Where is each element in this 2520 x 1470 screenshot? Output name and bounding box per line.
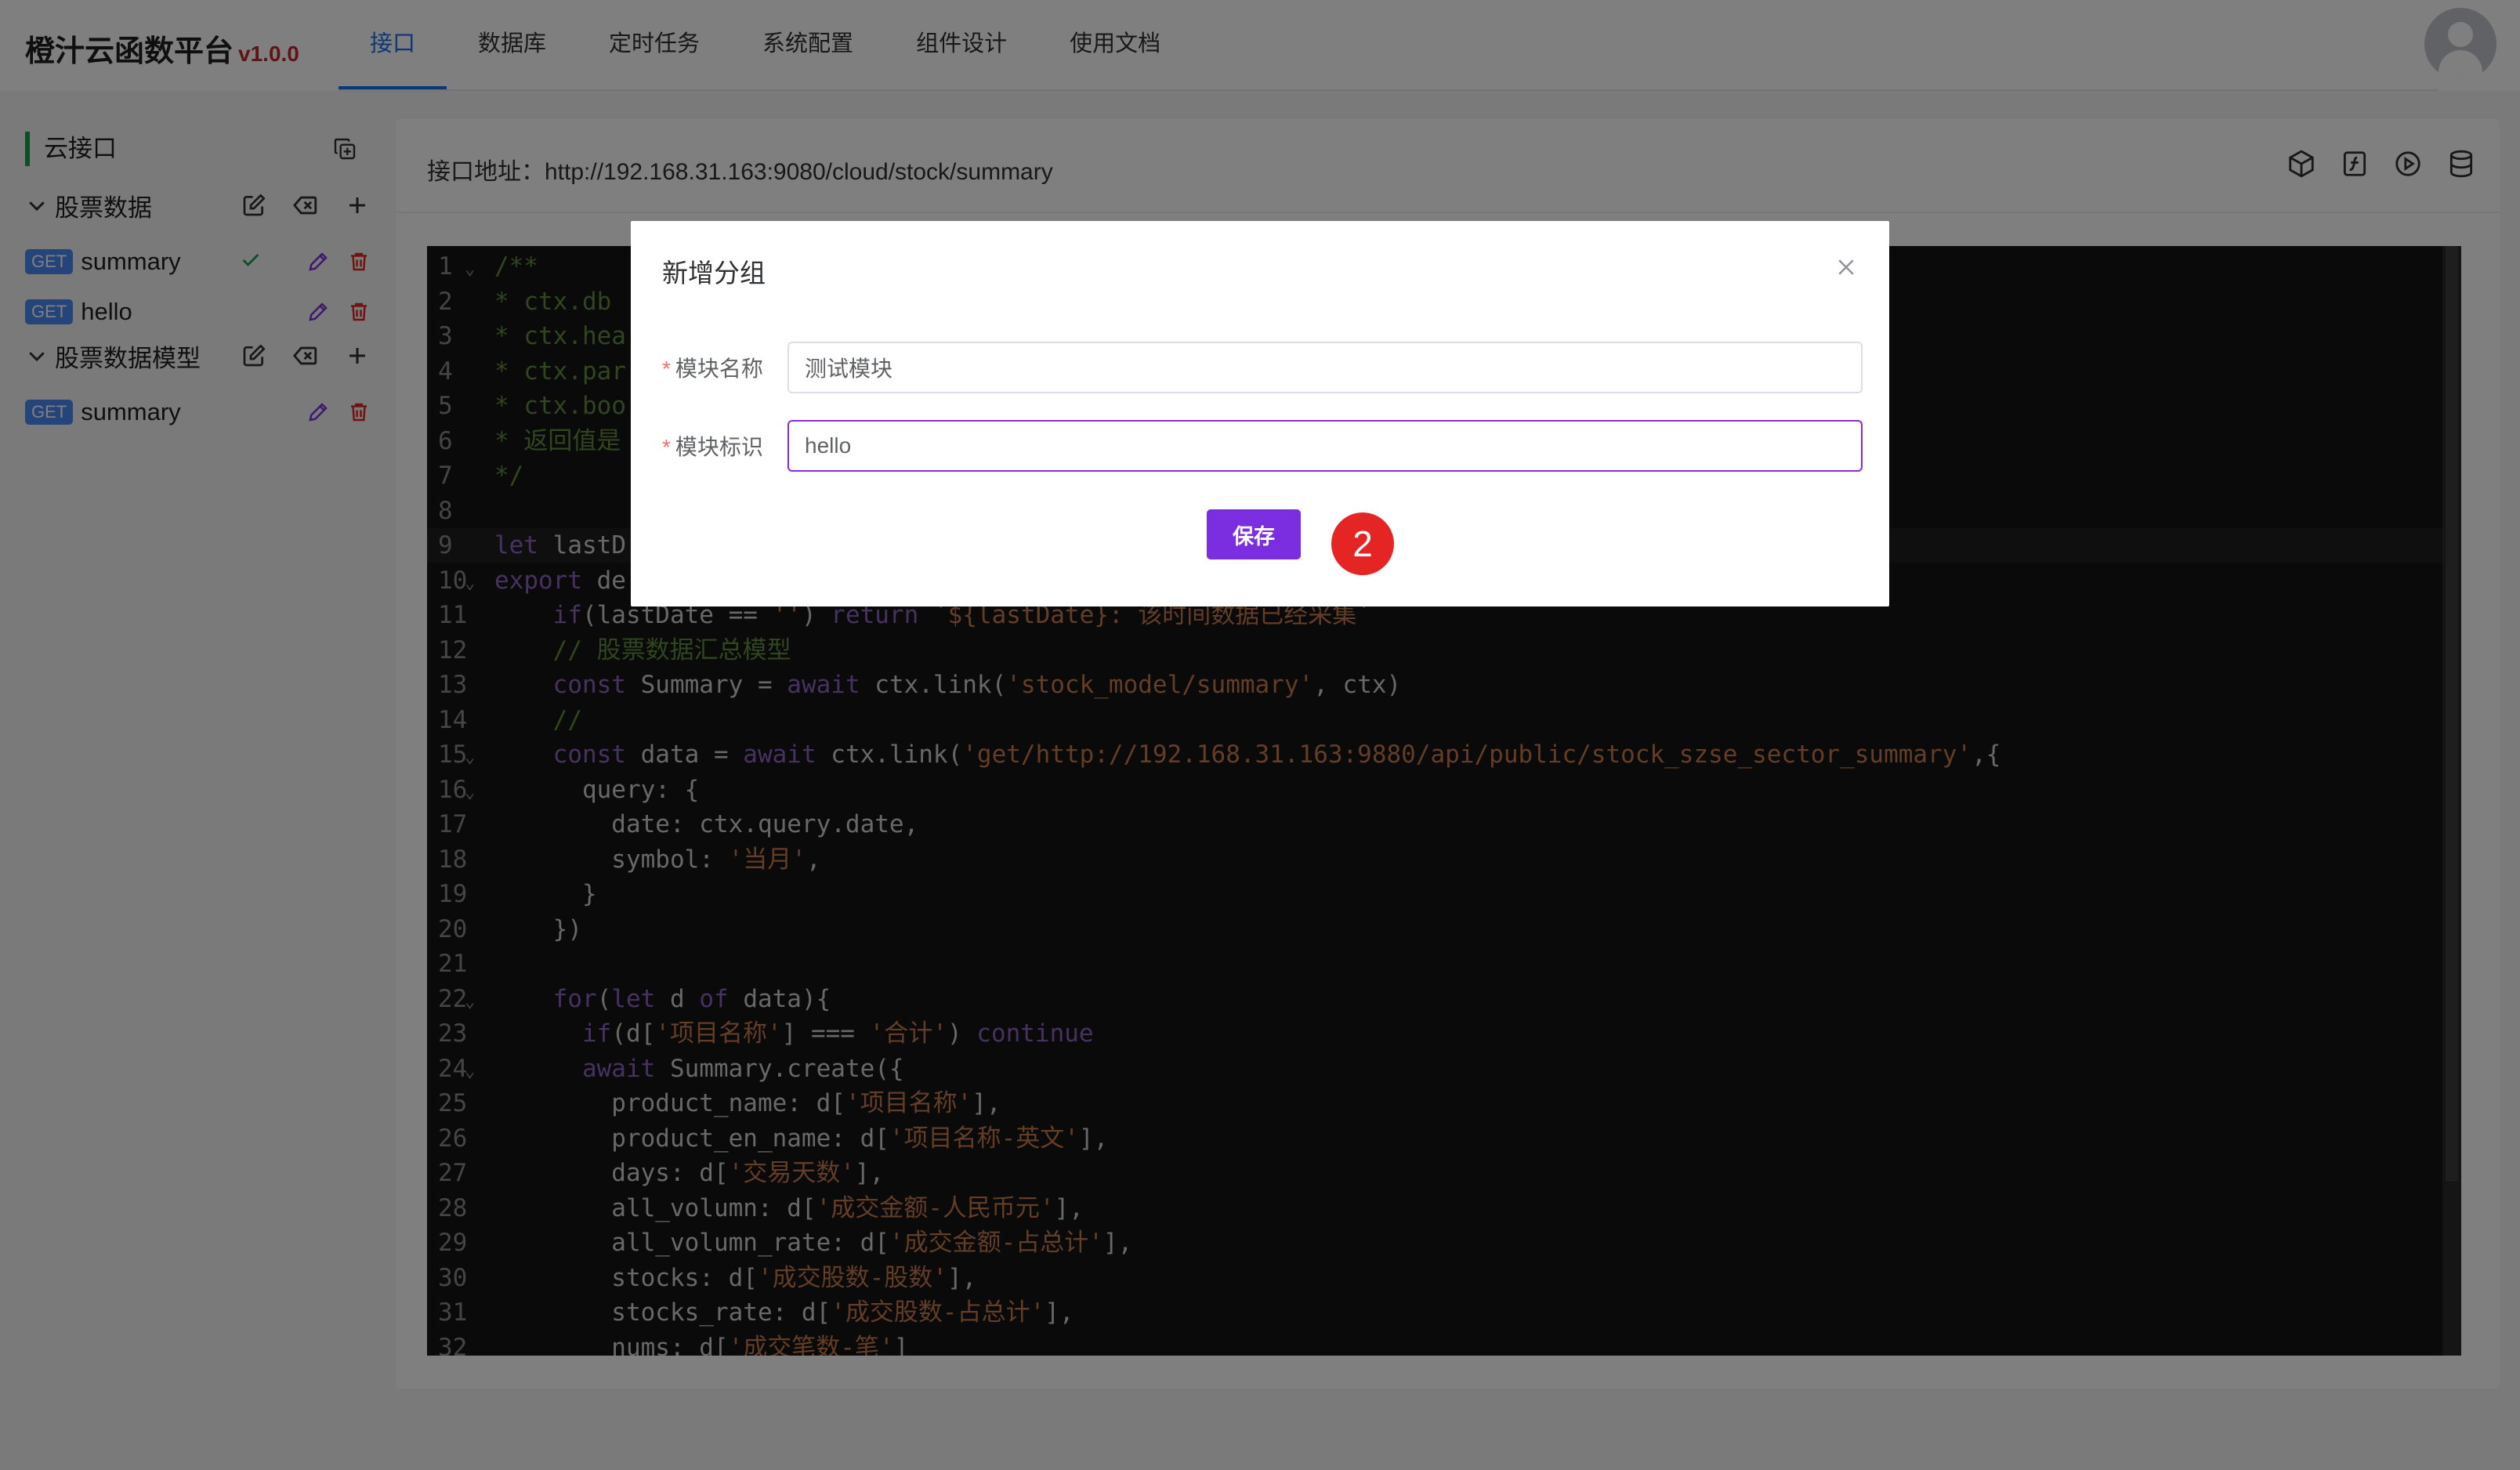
- add-group-dialog: 新增分组 *模块名称 *模块标识 保存 2: [631, 221, 1889, 606]
- module-name-input[interactable]: [788, 342, 1863, 393]
- module-id-input[interactable]: [788, 420, 1863, 472]
- module-id-label: * 模块标识: [662, 435, 763, 459]
- module-name-label: * 模块名称: [662, 357, 763, 381]
- close-icon[interactable]: [1834, 255, 1858, 279]
- module-name-row: * 模块名称: [662, 342, 1863, 393]
- module-id-row: * 模块标识: [662, 420, 1863, 472]
- dialog-title: 新增分组: [662, 259, 766, 288]
- save-button[interactable]: 保存: [1207, 509, 1301, 559]
- step-badge: 2: [1331, 512, 1394, 575]
